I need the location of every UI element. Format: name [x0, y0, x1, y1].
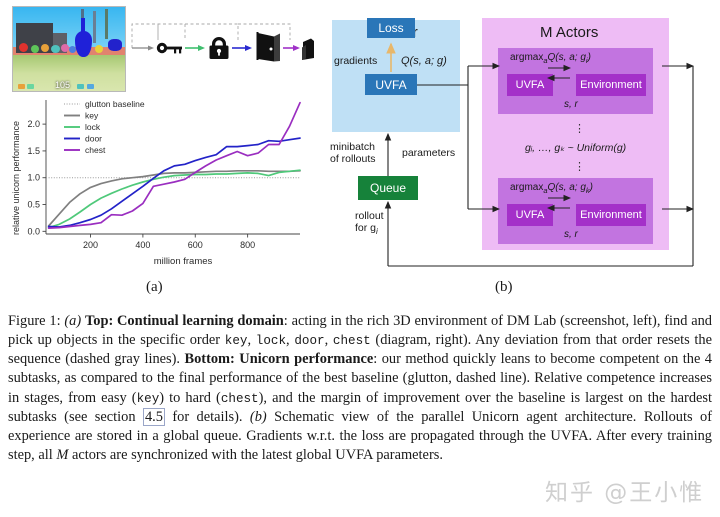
object-orange — [41, 44, 49, 52]
svg-text:1.5: 1.5 — [27, 146, 40, 156]
caption-a-mark: (a) — [64, 313, 82, 329]
goal-sampling-label: gᵢ, …, gₖ ~ Uniform(g) — [525, 142, 627, 154]
actors-title: M Actors — [540, 24, 599, 41]
ellipsis-bottom: ⋮ — [574, 161, 586, 173]
svg-text:glutton baseline: glutton baseline — [85, 99, 145, 109]
sublabel-a: (a) — [146, 279, 163, 295]
pillar-c — [105, 9, 108, 39]
actor-1-argmax-label: argmaxaQ(s, a; gi) — [510, 52, 591, 65]
actor-1-uvfa-box[interactable]: UVFA — [507, 74, 553, 96]
hud-item-green — [27, 84, 34, 89]
sublabel-b: (b) — [495, 279, 513, 295]
caption-prefix: Figure 1: — [8, 313, 65, 329]
panel-b-agent-architecture: Learner Loss UVFA gradients Q(s, a; g) m… — [322, 0, 720, 300]
unicorn-performance-chart: 0.0 0.5 1.0 1.5 2.0 200 400 600 800 glutton base… — [8, 92, 308, 268]
actor-2-argmax-label: argmaxaQ(s, a; gk) — [510, 182, 593, 195]
rollout-label-line2: for gi — [355, 222, 378, 237]
lock-icon — [209, 37, 229, 59]
svg-text:200: 200 — [83, 240, 98, 250]
arrow-lock-to-door-head — [245, 45, 252, 51]
loss-box[interactable]: Loss — [367, 18, 415, 38]
caption-t6: for details). — [164, 408, 250, 425]
queue-box[interactable]: Queue — [358, 176, 418, 200]
caption-mono-chest2: chest — [220, 391, 259, 406]
panel-a-continual-learning-domain: 105 0.0 0.5 1.0 1.5 2.0 200 400 600 800 … — [0, 0, 320, 300]
svg-text:600: 600 — [188, 240, 203, 250]
actor-2-environment-box[interactable]: Environment — [576, 204, 646, 226]
caption-bottom-bold: Bottom: Unicorn performance — [184, 351, 374, 368]
task-sequence-diagram — [128, 14, 314, 76]
figure-caption: Figure 1: (a) Top: Continual learning do… — [8, 312, 712, 465]
hud-item-orange — [18, 84, 25, 89]
actor-instance-2: argmaxaQ(s, a; gk) UVFA Environment s, r — [498, 178, 653, 244]
caption-c3: , — [324, 332, 333, 349]
object-teal — [51, 45, 60, 53]
chart-xlabel: million frames — [154, 256, 213, 267]
hud-score: 105 — [55, 80, 71, 90]
door-icon — [256, 32, 280, 62]
q-end: ) — [587, 52, 591, 63]
caption-t8: actors are synchronized with the latest … — [68, 447, 443, 464]
actor-1-sr-label: s, r — [564, 99, 578, 110]
caption-mono-chest: chest — [332, 334, 371, 349]
rollout-label-text: for g — [355, 222, 377, 234]
actor-instance-1: argmaxaQ(s, a; gi) UVFA Environment s, r — [498, 48, 653, 114]
caption-b-mark: (b) — [249, 408, 267, 425]
q-text: Q(s, a; g — [547, 52, 586, 63]
arrow-door-to-chest-head — [293, 45, 300, 51]
argmax-text-2: argmax — [510, 182, 544, 193]
minibatch-label-line1: minibatch — [330, 141, 375, 153]
hud-item-teal — [77, 84, 84, 89]
object-yellow — [95, 45, 103, 53]
rollout-label-line1: rollout — [355, 210, 384, 222]
dmlab-screenshot-thumbnail: 105 — [12, 6, 126, 92]
caption-mono-lock: lock — [255, 334, 287, 349]
caption-mono-key: key — [224, 334, 248, 349]
svg-text:800: 800 — [240, 240, 255, 250]
pillar-b — [93, 11, 96, 43]
svg-text:0.5: 0.5 — [27, 200, 40, 210]
key-icon — [156, 42, 182, 54]
actor-2-sr-label: s, r — [564, 229, 578, 240]
caption-t4: ) to hard ( — [159, 389, 221, 406]
argmax-text: argmax — [510, 52, 544, 63]
chart-ticks: 0.0 0.5 1.0 1.5 2.0 200 400 600 800 — [27, 119, 255, 250]
svg-text:lock: lock — [85, 122, 101, 132]
parameters-label: parameters — [402, 147, 456, 159]
svg-text:0.0: 0.0 — [27, 226, 40, 236]
arrow-key-to-lock-head — [198, 45, 205, 51]
chart-legend: glutton baseline keylock doorchest — [64, 99, 145, 155]
caption-mono-door: door — [294, 334, 325, 349]
hud-item-blue — [87, 84, 94, 89]
caption-mono-key2: key — [136, 391, 160, 406]
svg-text:chest: chest — [85, 145, 106, 155]
chart-ylabel: relative unicorn performance — [11, 121, 21, 235]
object-pink — [61, 44, 69, 52]
q-function-label: Q(s, a; g) — [401, 55, 447, 67]
svg-text:key: key — [85, 111, 99, 121]
watermark: 知乎 @王小惟 — [545, 480, 705, 506]
svg-text:2.0: 2.0 — [27, 119, 40, 129]
caption-top-bold: Top: Continual learning domain — [84, 313, 284, 329]
object-blue-right — [108, 39, 122, 51]
minibatch-label-line2: of rollouts — [330, 153, 376, 165]
caption-section-ref[interactable]: 4.5 — [142, 407, 165, 426]
caption-c1: , — [247, 332, 256, 349]
q-text-2: Q(s, a; g — [547, 182, 586, 193]
object-red — [19, 43, 28, 52]
gradients-label: gradients — [334, 55, 378, 67]
ellipsis-top: ⋮ — [574, 123, 586, 135]
actor-1-environment-box[interactable]: Environment — [576, 74, 646, 96]
learner-uvfa-box[interactable]: UVFA — [365, 74, 417, 95]
chest-icon — [302, 38, 314, 60]
caption-m-italic: M — [56, 447, 69, 464]
actor-2-uvfa-box[interactable]: UVFA — [507, 204, 553, 226]
q-end-2: ) — [589, 182, 593, 193]
object-green — [31, 45, 39, 53]
arrow-start-head — [148, 45, 154, 51]
svg-text:door: door — [85, 134, 102, 144]
svg-text:1.0: 1.0 — [27, 173, 40, 183]
svg-text:400: 400 — [135, 240, 150, 250]
